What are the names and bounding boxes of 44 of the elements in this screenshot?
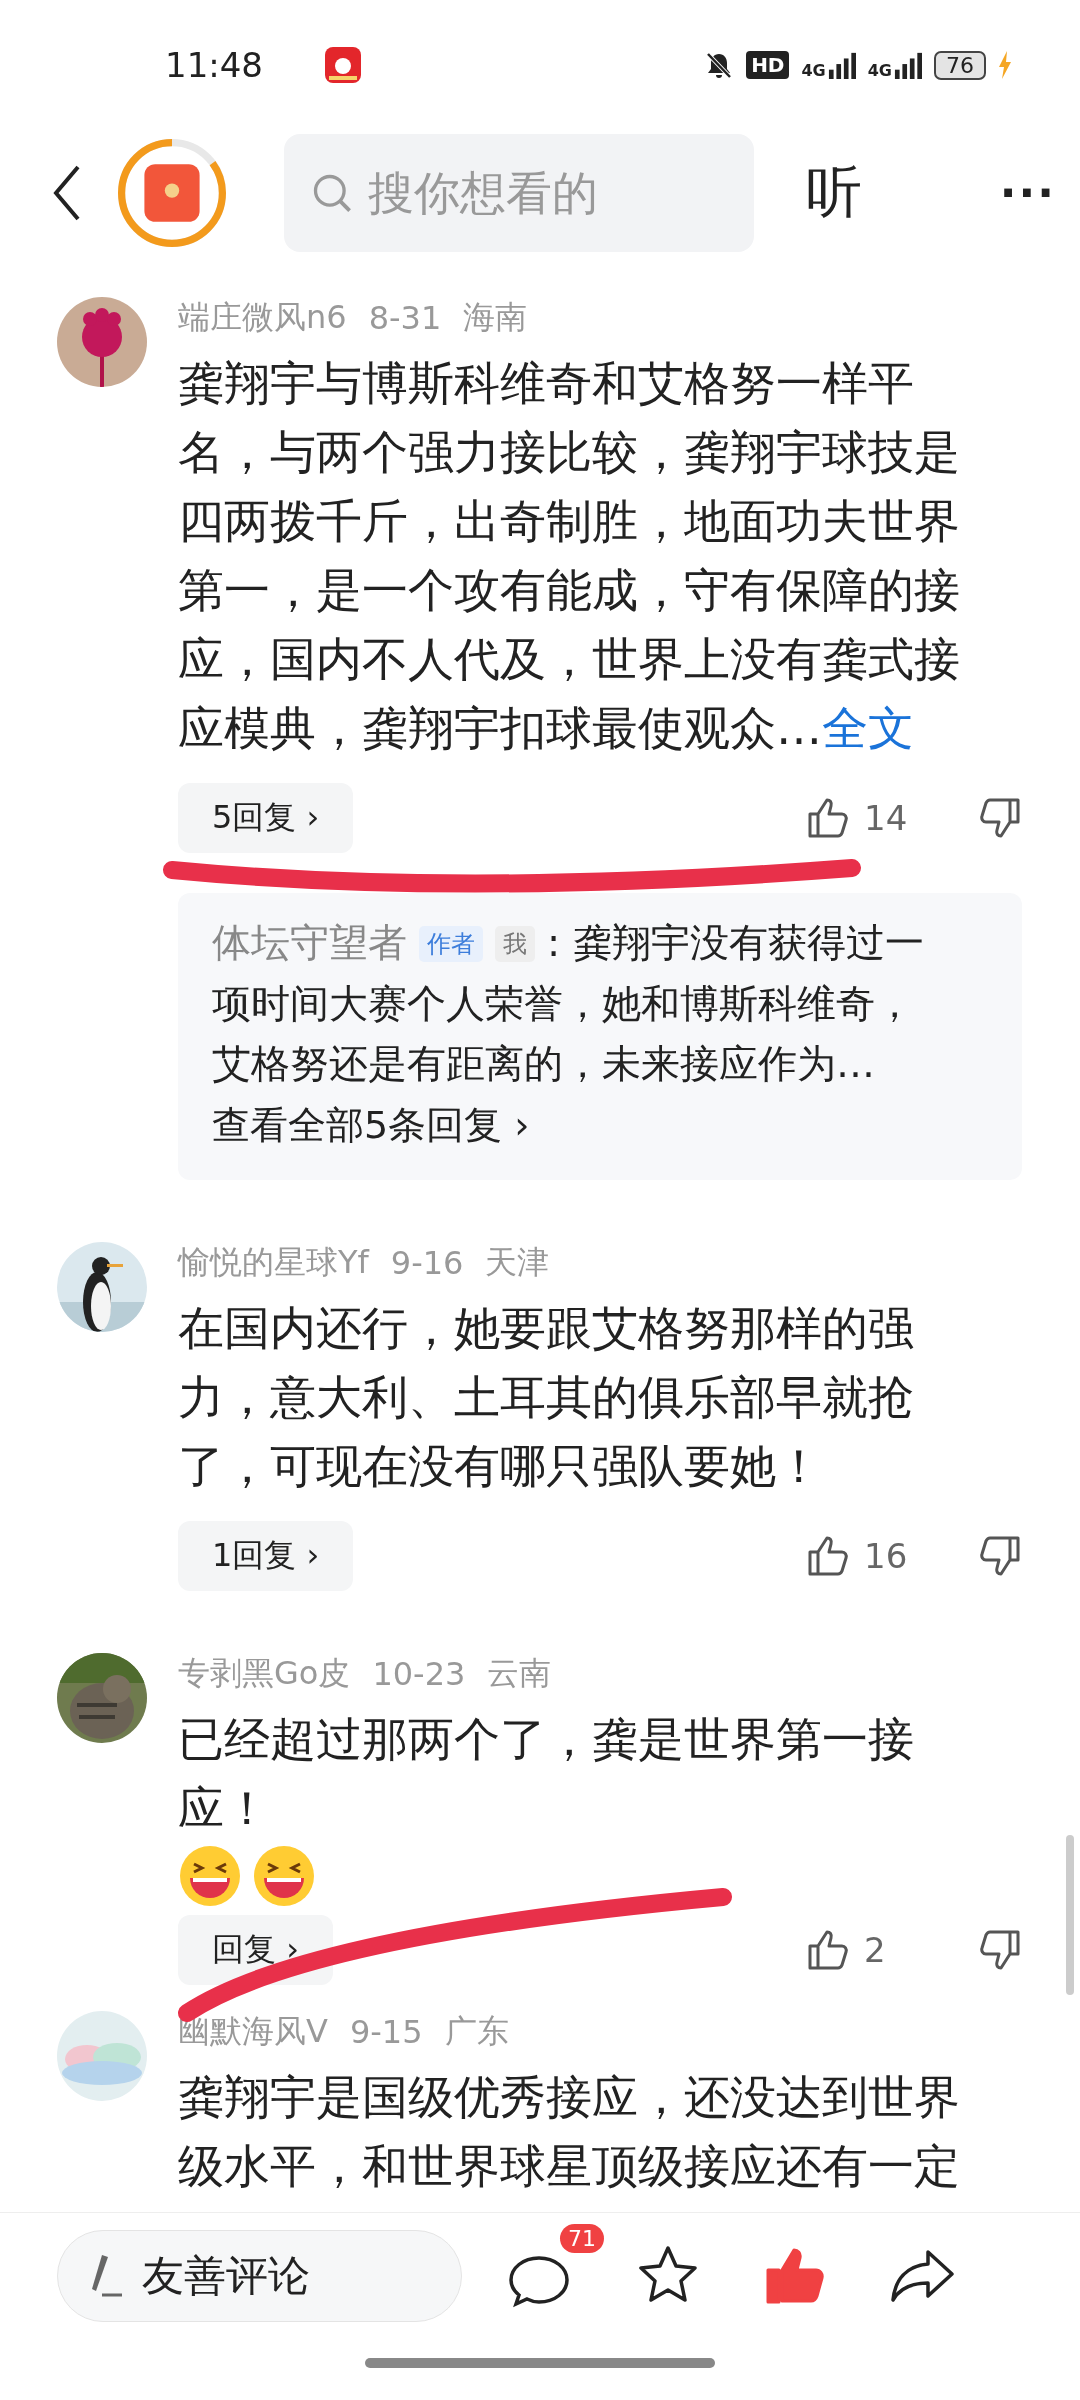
comment-date: 8-31 bbox=[368, 299, 442, 337]
comment-field[interactable]: 友善评论 bbox=[57, 2229, 462, 2322]
like-count: 14 bbox=[864, 798, 909, 838]
comment-count-badge: 71 bbox=[560, 2223, 604, 2253]
thumbs-up-icon[interactable] bbox=[806, 796, 850, 840]
network-label: 4G bbox=[867, 61, 892, 80]
signal-icon bbox=[827, 50, 856, 80]
battery-level: 76 bbox=[934, 50, 986, 80]
comment-date: 10-23 bbox=[372, 1655, 466, 1693]
hd-badge: HD bbox=[746, 51, 790, 79]
comment-text: 已经超过那两个了，龚是世界第一接应！ bbox=[178, 1711, 915, 1837]
charging-icon bbox=[998, 51, 1012, 79]
search-field[interactable]: 搜你想看的 bbox=[284, 133, 754, 252]
comment-date: 9-16 bbox=[390, 1244, 464, 1282]
scrollbar[interactable] bbox=[1066, 1835, 1074, 1995]
comment-region: 云南 bbox=[487, 1653, 552, 1694]
comment-input[interactable]: 友善评论 bbox=[140, 2250, 404, 2301]
signal-icon bbox=[894, 50, 922, 80]
replies-button[interactable]: 5回复 › bbox=[178, 783, 354, 853]
laughing-emoji-icon bbox=[178, 1844, 242, 1908]
full-text-link[interactable]: 全文 bbox=[822, 701, 914, 755]
replies-button[interactable]: 1回复 › bbox=[178, 1521, 354, 1591]
comment-date: 9-15 bbox=[349, 2013, 423, 2051]
thumbs-down-icon[interactable] bbox=[978, 1928, 1022, 1972]
network-label: 4G bbox=[801, 61, 826, 80]
more-button[interactable]: ··· bbox=[999, 167, 1056, 218]
like-count: 2 bbox=[864, 1930, 887, 1970]
thumbs-down-icon[interactable] bbox=[978, 796, 1022, 840]
comment-text: 在国内还行，她要跟艾格努那样的强力，意大利、土耳其的俱乐部早就抢了，可现在没有哪只强队要她！ bbox=[178, 1300, 915, 1495]
thumbs-up-icon[interactable] bbox=[806, 1928, 850, 1972]
listen-button[interactable]: 听 bbox=[806, 154, 862, 231]
comment-region: 天津 bbox=[485, 1242, 550, 1283]
comment-text: 龚翔宇与博斯科维奇和艾格努一样平名，与两个强力接比较，龚翔宇球技是四两拨千斤，出奇制胜，地面功夫世界第一，是一个攻有能成，守有保障的接应，国内不人代及，世界上没有龚式接应模典，龚翔宇扣球最使观众…全文 bbox=[178, 355, 961, 757]
search-input[interactable]: 搜你想看的 bbox=[366, 164, 690, 221]
app-notification-icon bbox=[325, 47, 361, 83]
like-count: 16 bbox=[864, 1536, 909, 1576]
laughing-emoji-icon bbox=[252, 1844, 316, 1908]
comment-region: 广东 bbox=[444, 2011, 509, 2052]
comment-region: 海南 bbox=[463, 297, 528, 338]
view-all-replies-link[interactable]: 查看全部5条回复 › bbox=[212, 1094, 988, 1156]
comment-text: 龚翔宇是国级优秀接应，还没达到世界级水平，和世界球星顶级接应还有一定 bbox=[178, 2069, 961, 2195]
thumbs-down-icon[interactable] bbox=[978, 1534, 1022, 1578]
thumbs-up-icon[interactable] bbox=[806, 1534, 850, 1578]
status-time: 11:48 bbox=[165, 45, 263, 85]
